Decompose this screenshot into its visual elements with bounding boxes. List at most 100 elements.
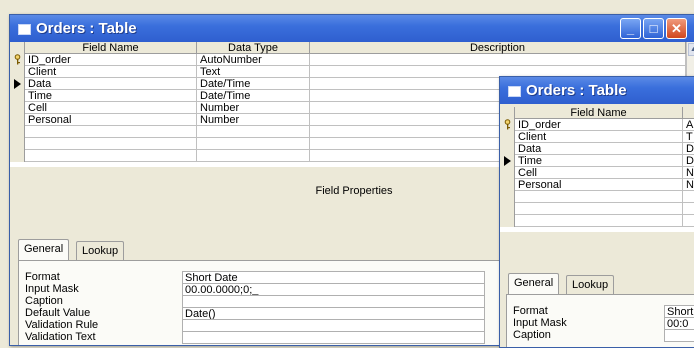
data-type-cell[interactable]: Number xyxy=(197,102,310,114)
row-selector[interactable] xyxy=(500,215,515,227)
property-label: Format xyxy=(513,305,548,317)
data-type-cell[interactable]: Date/Time xyxy=(197,78,310,90)
tab-lookup[interactable]: Lookup xyxy=(566,275,615,294)
grid-header-row: Field Name xyxy=(500,107,694,119)
row-selector[interactable] xyxy=(500,131,515,143)
row-selector[interactable] xyxy=(10,78,25,90)
row-selector[interactable] xyxy=(10,66,25,78)
row-selector[interactable] xyxy=(500,167,515,179)
property-label: Default Value xyxy=(25,307,91,319)
field-name-cell[interactable] xyxy=(25,150,197,162)
empty-field-row[interactable] xyxy=(500,191,694,203)
row-selector-arrow-icon xyxy=(13,79,21,89)
description-cell[interactable] xyxy=(310,54,686,66)
empty-field-row[interactable] xyxy=(500,203,694,215)
field-name-cell[interactable]: ID_order xyxy=(515,119,683,131)
property-value-field[interactable] xyxy=(664,329,694,342)
data-type-cell[interactable]: N xyxy=(683,179,694,191)
row-selector[interactable] xyxy=(10,138,25,150)
data-type-cell[interactable] xyxy=(197,150,310,162)
field-name-cell[interactable]: Client xyxy=(25,66,197,78)
row-selector[interactable] xyxy=(500,155,515,167)
data-type-cell[interactable] xyxy=(683,203,694,215)
field-row[interactable]: ID_order A xyxy=(500,119,694,131)
row-selector[interactable] xyxy=(10,90,25,102)
row-selector[interactable] xyxy=(500,143,515,155)
tab-lookup[interactable]: Lookup xyxy=(76,241,125,260)
field-name-cell[interactable] xyxy=(515,203,683,215)
row-selector[interactable] xyxy=(500,119,515,131)
field-row[interactable]: Time D xyxy=(500,155,694,167)
row-selector[interactable] xyxy=(10,126,25,138)
column-header-description[interactable]: Description xyxy=(310,42,686,54)
row-selector[interactable] xyxy=(10,54,25,66)
field-row[interactable]: Data D xyxy=(500,143,694,155)
data-type-cell[interactable]: N xyxy=(683,167,694,179)
orders-table-window-2: Orders : Table Field Name ID_order A Clien… xyxy=(499,76,694,348)
field-name-cell[interactable] xyxy=(25,126,197,138)
field-row[interactable]: ID_order AutoNumber xyxy=(10,54,686,66)
field-row[interactable]: Client T xyxy=(500,131,694,143)
column-header-field-name[interactable]: Field Name xyxy=(515,107,683,119)
tab-general[interactable]: General xyxy=(18,239,70,260)
window-titlebar[interactable]: Orders : Table _ □ ✕ xyxy=(10,15,694,42)
property-label: Input Mask xyxy=(513,317,567,329)
row-selector[interactable] xyxy=(10,150,25,162)
maximize-button[interactable]: □ xyxy=(643,18,664,39)
field-design-grid: Field Name ID_order A Client T Data D Time D Cel… xyxy=(500,107,694,232)
data-type-cell[interactable]: A xyxy=(683,119,694,131)
field-name-cell[interactable]: Cell xyxy=(515,167,683,179)
row-selector[interactable] xyxy=(10,102,25,114)
data-type-cell[interactable] xyxy=(197,126,310,138)
field-name-cell[interactable]: Time xyxy=(515,155,683,167)
key-icon xyxy=(14,54,20,65)
tab-general[interactable]: General xyxy=(508,273,560,294)
field-name-cell[interactable]: ID_order xyxy=(25,54,197,66)
field-name-cell[interactable] xyxy=(25,138,197,150)
field-name-cell[interactable]: Data xyxy=(25,78,197,90)
close-button[interactable]: ✕ xyxy=(666,18,687,39)
minimize-button[interactable]: _ xyxy=(620,18,641,39)
field-name-cell[interactable]: Personal xyxy=(25,114,197,126)
window-titlebar[interactable]: Orders : Table xyxy=(500,77,694,104)
column-header-data-type[interactable]: Data Type xyxy=(197,42,310,54)
field-name-cell[interactable]: Data xyxy=(515,143,683,155)
row-selector[interactable] xyxy=(500,191,515,203)
field-name-cell[interactable]: Time xyxy=(25,90,197,102)
data-type-cell[interactable]: Date/Time xyxy=(197,90,310,102)
data-type-cell[interactable]: AutoNumber xyxy=(197,54,310,66)
key-icon xyxy=(504,119,510,130)
property-label: Input Mask xyxy=(25,283,79,295)
row-selector[interactable] xyxy=(10,114,25,126)
window-title: Orders : Table xyxy=(526,82,627,99)
data-type-cell[interactable] xyxy=(197,138,310,150)
data-type-cell[interactable]: D xyxy=(683,143,694,155)
data-type-cell[interactable]: Text xyxy=(197,66,310,78)
property-label: Caption xyxy=(513,329,551,341)
data-type-cell[interactable]: Number xyxy=(197,114,310,126)
data-type-cell[interactable] xyxy=(683,191,694,203)
empty-field-row[interactable] xyxy=(500,215,694,227)
field-name-cell[interactable]: Personal xyxy=(515,179,683,191)
field-name-cell[interactable] xyxy=(515,215,683,227)
field-row[interactable]: Cell N xyxy=(500,167,694,179)
field-name-cell[interactable]: Client xyxy=(515,131,683,143)
table-icon xyxy=(18,24,31,35)
field-row[interactable]: Personal N xyxy=(500,179,694,191)
window-title: Orders : Table xyxy=(36,20,137,37)
data-type-cell[interactable]: D xyxy=(683,155,694,167)
column-header-field-name[interactable]: Field Name xyxy=(25,42,197,54)
property-value-field[interactable] xyxy=(182,331,485,344)
data-type-cell[interactable]: T xyxy=(683,131,694,143)
field-name-cell[interactable] xyxy=(515,191,683,203)
general-properties-panel: Format Short Input Mask 00:0 Caption xyxy=(506,294,694,347)
field-name-cell[interactable]: Cell xyxy=(25,102,197,114)
property-label: Validation Rule xyxy=(25,319,99,331)
table-icon xyxy=(508,86,521,97)
grid-header-row: Field Name Data Type Description xyxy=(10,42,686,54)
property-label: Format xyxy=(25,271,60,283)
data-type-cell[interactable] xyxy=(683,215,694,227)
property-label: Validation Text xyxy=(25,331,96,343)
row-selector[interactable] xyxy=(500,179,515,191)
row-selector[interactable] xyxy=(500,203,515,215)
